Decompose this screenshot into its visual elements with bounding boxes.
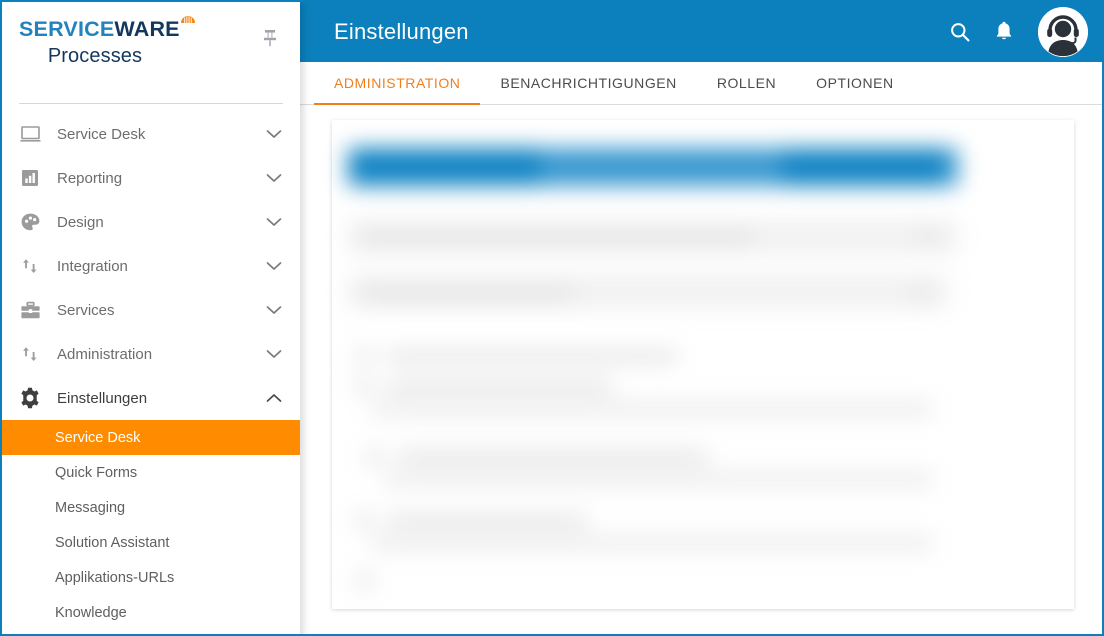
sidebar-subitem-applikations-urls[interactable]: Applikations-URLs — [2, 560, 300, 595]
chevron-down-icon[interactable] — [266, 305, 282, 315]
sidebar-item-design[interactable]: Design — [2, 200, 300, 244]
tab-rollen[interactable]: ROLLEN — [697, 62, 796, 104]
sidebar-subitem-label: Quick Forms — [55, 464, 138, 481]
bar-chart-icon — [17, 167, 43, 189]
tab-bar: ADMINISTRATION BENACHRICHTIGUNGEN ROLLEN… — [300, 62, 1102, 105]
sidebar-subitem-quick-forms[interactable]: Quick Forms — [2, 455, 300, 490]
sidebar-item-label: Administration — [57, 345, 153, 363]
logo-wordmark-service: SERVICE — [19, 17, 115, 41]
sidebar-item-label: Einstellungen — [57, 389, 148, 407]
sidebar-item-services[interactable]: Services — [2, 288, 300, 332]
chevron-down-icon[interactable] — [266, 217, 282, 227]
logo-dome-icon — [180, 10, 196, 26]
tab-label: ADMINISTRATION — [334, 75, 461, 91]
sidebar-item-label: Services — [57, 301, 115, 319]
search-icon[interactable] — [938, 10, 982, 54]
sidebar-subitem-label: Applikations-URLs — [55, 569, 175, 586]
content-area — [300, 106, 1102, 634]
sidebar-nav: Service Desk Reporting Design Integratio… — [2, 112, 300, 630]
sidebar-item-administration[interactable]: Administration — [2, 332, 300, 376]
brand-divider — [19, 103, 283, 104]
sidebar-subitem-label: Solution Assistant — [55, 534, 170, 551]
blurred-content-placeholder — [332, 120, 1074, 609]
tab-label: OPTIONEN — [816, 75, 894, 91]
chevron-down-icon[interactable] — [266, 173, 282, 183]
brand-area: SERVICEWARE Processes — [2, 2, 300, 104]
chevron-down-icon[interactable] — [266, 261, 282, 271]
transfer-icon — [17, 343, 43, 365]
sidebar-subitem-knowledge[interactable]: Knowledge — [2, 595, 300, 630]
sidebar-subitem-label: Messaging — [55, 499, 126, 516]
logo-wordmark: SERVICEWARE — [19, 16, 195, 41]
sidebar-item-reporting[interactable]: Reporting — [2, 156, 300, 200]
sidebar-subitem-service-desk[interactable]: Service Desk — [2, 420, 300, 455]
settings-panel-card — [332, 120, 1074, 609]
tab-benachrichtigungen[interactable]: BENACHRICHTIGUNGEN — [480, 62, 696, 104]
chevron-down-icon[interactable] — [266, 129, 282, 139]
palette-icon — [17, 211, 43, 233]
sidebar-subitem-solution-assistant[interactable]: Solution Assistant — [2, 525, 300, 560]
tab-label: ROLLEN — [716, 75, 777, 91]
notification-bell-icon[interactable] — [982, 10, 1026, 54]
application-window: SERVICEWARE Processes Service Desk Repor… — [0, 0, 1104, 636]
sidebar-item-label: Design — [57, 213, 104, 231]
pushpin-icon[interactable] — [258, 26, 282, 50]
tab-optionen[interactable]: OPTIONEN — [796, 62, 914, 104]
sidebar-item-label: Reporting — [57, 169, 123, 187]
page-title: Einstellungen — [334, 19, 469, 44]
sidebar-subitem-messaging[interactable]: Messaging — [2, 490, 300, 525]
chevron-down-icon[interactable] — [266, 349, 282, 359]
main-area: Einstellungen ADMINISTRATION BENACHRICHT… — [300, 2, 1102, 634]
sidebar-item-einstellungen[interactable]: Einstellungen — [2, 376, 300, 420]
user-avatar-headset-icon[interactable] — [1038, 7, 1088, 57]
transfer-icon — [17, 255, 43, 277]
sidebar-item-label: Integration — [57, 257, 128, 275]
header-actions — [938, 7, 1102, 57]
chevron-up-icon[interactable] — [266, 393, 282, 403]
sidebar-item-service-desk[interactable]: Service Desk — [2, 112, 300, 156]
gear-icon — [17, 387, 43, 409]
sidebar-subitem-label: Knowledge — [55, 604, 127, 621]
sidebar: SERVICEWARE Processes Service Desk Repor… — [2, 2, 300, 634]
logo-product-name: Processes — [47, 44, 143, 67]
monitor-icon — [17, 123, 43, 145]
app-logo[interactable]: SERVICEWARE Processes — [19, 16, 195, 67]
sidebar-submenu-einstellungen: Service Desk Quick Forms Messaging Solut… — [2, 420, 300, 630]
tab-label: BENACHRICHTIGUNGEN — [500, 75, 677, 91]
tab-administration[interactable]: ADMINISTRATION — [314, 62, 481, 105]
sidebar-item-label: Service Desk — [57, 125, 146, 143]
logo-wordmark-ware: WARE — [114, 17, 180, 41]
sidebar-item-integration[interactable]: Integration — [2, 244, 300, 288]
top-header-bar: Einstellungen — [300, 2, 1102, 62]
briefcase-icon — [17, 299, 43, 321]
sidebar-subitem-label: Service Desk — [55, 429, 141, 446]
